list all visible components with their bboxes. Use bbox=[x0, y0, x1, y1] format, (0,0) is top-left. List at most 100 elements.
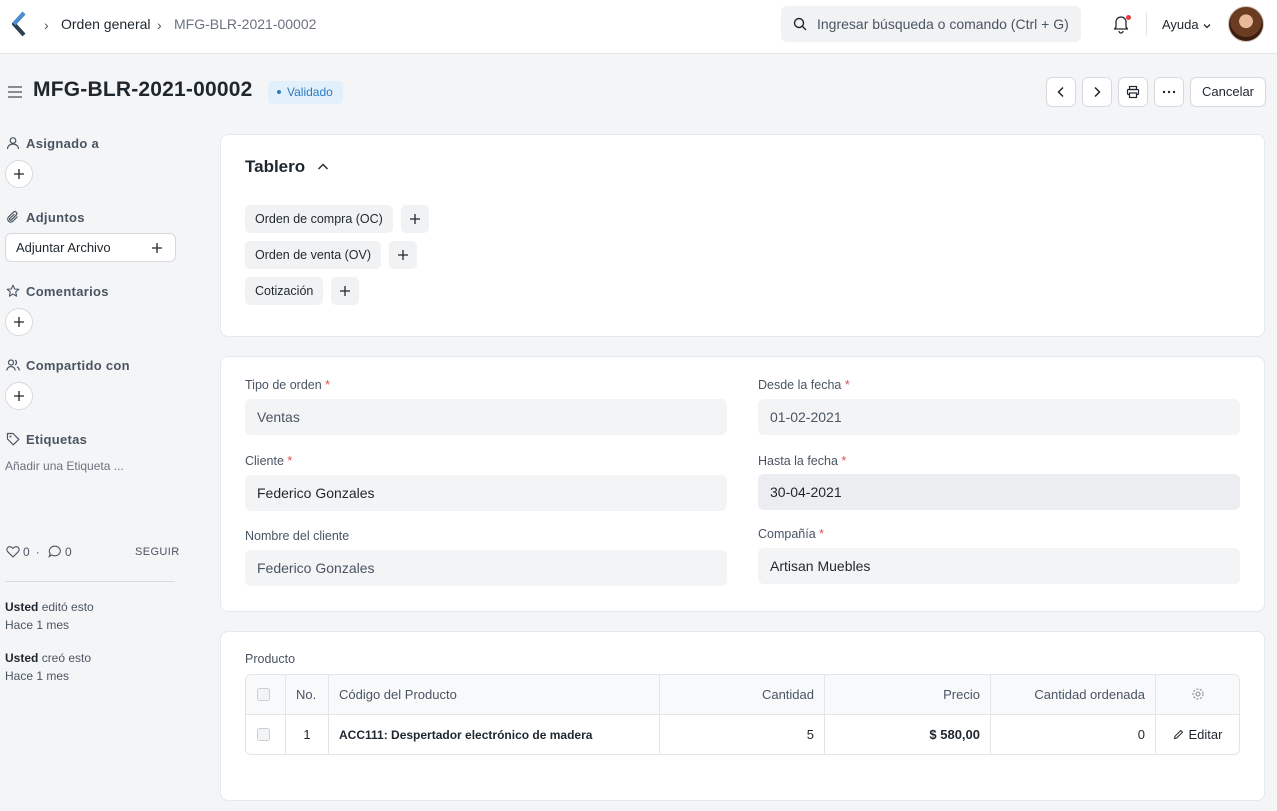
activity-time: Hace 1 mes bbox=[5, 669, 70, 683]
edit-label: Editar bbox=[1188, 727, 1223, 742]
notifications-button[interactable] bbox=[1112, 14, 1131, 37]
likes-count: 0 bbox=[23, 545, 30, 559]
to-date-field[interactable]: 30-04-2021 bbox=[758, 474, 1240, 510]
add-sales-order-button[interactable] bbox=[389, 241, 418, 269]
customer-name-field[interactable]: Federico Gonzales bbox=[245, 550, 727, 586]
customer-label: Cliente * bbox=[245, 454, 293, 468]
items-table: No. Código del Producto Cantidad Precio … bbox=[245, 674, 1240, 755]
more-actions-button[interactable] bbox=[1154, 77, 1184, 107]
ellipsis-icon bbox=[1162, 90, 1176, 94]
to-date-label: Hasta la fecha * bbox=[758, 454, 847, 468]
quotation-link[interactable]: Cotización bbox=[245, 277, 324, 305]
page-title: MFG-BLR-2021-00002 bbox=[33, 78, 253, 101]
search-placeholder: Ingresar búsqueda o comando (Ctrl + G) bbox=[817, 16, 1069, 32]
attach-file-button[interactable]: Adjuntar Archivo bbox=[5, 233, 176, 262]
row-qty[interactable]: 5 bbox=[660, 715, 825, 754]
status-badge: Validado bbox=[268, 81, 343, 104]
activity-action: creó esto bbox=[41, 651, 92, 665]
dashboard-card: Tablero Orden de compra (OC) Orden de ve… bbox=[220, 134, 1265, 337]
items-card: Producto No. Código del Producto Cantida… bbox=[220, 631, 1265, 801]
add-purchase-order-button[interactable] bbox=[400, 205, 429, 233]
breadcrumb-current[interactable]: MFG-BLR-2021-00002 bbox=[174, 16, 316, 32]
chevron-down-icon bbox=[1203, 23, 1211, 28]
help-label: Ayuda bbox=[1162, 17, 1199, 32]
row-select-cell bbox=[246, 715, 286, 754]
purchase-order-link[interactable]: Orden de compra (OC) bbox=[245, 205, 393, 233]
row-item-code[interactable]: ACC111: Despertador electrónico de mader… bbox=[329, 715, 660, 754]
shared-label: Compartido con bbox=[26, 358, 130, 374]
engagement-stats: 0 · 0 bbox=[6, 545, 78, 559]
select-all-cell bbox=[246, 675, 286, 715]
divider bbox=[1146, 12, 1147, 36]
status-label: Validado bbox=[287, 85, 333, 99]
plus-icon bbox=[398, 250, 409, 260]
row-edit-button[interactable]: Editar bbox=[1156, 715, 1239, 754]
add-tag-input[interactable]: Añadir una Etiqueta ... bbox=[5, 459, 124, 473]
breadcrumb-orden-general[interactable]: Orden general bbox=[61, 16, 151, 32]
tag-icon bbox=[6, 432, 20, 445]
printer-icon bbox=[1126, 85, 1140, 99]
column-header-item-code: Código del Producto bbox=[329, 675, 660, 715]
avatar[interactable] bbox=[1228, 6, 1264, 42]
company-label: Compañía * bbox=[758, 527, 825, 541]
help-dropdown[interactable]: Ayuda bbox=[1162, 17, 1212, 32]
attachments-section: Adjuntos bbox=[6, 209, 85, 225]
column-header-qty: Cantidad bbox=[660, 675, 825, 715]
navbar: › Orden general › MFG-BLR-2021-00002 Ing… bbox=[0, 0, 1277, 54]
assigned-section: Asignado a bbox=[6, 135, 99, 151]
gear-icon[interactable] bbox=[1191, 687, 1205, 701]
search-icon bbox=[793, 17, 807, 31]
follow-button[interactable]: SEGUIR bbox=[135, 546, 180, 558]
comments-section: Comentarios bbox=[6, 283, 109, 299]
shared-section: Compartido con bbox=[6, 357, 130, 373]
activity-user[interactable]: Usted bbox=[5, 600, 38, 614]
cancel-button[interactable]: Cancelar bbox=[1190, 77, 1266, 107]
previous-button[interactable] bbox=[1046, 77, 1076, 107]
divider bbox=[5, 581, 175, 582]
from-date-field[interactable]: 01-02-2021 bbox=[758, 399, 1240, 435]
customer-field[interactable]: Federico Gonzales bbox=[245, 475, 727, 511]
order-type-field[interactable]: Ventas bbox=[245, 399, 727, 435]
activity-user[interactable]: Usted bbox=[5, 651, 38, 665]
table-header: No. Código del Producto Cantidad Precio … bbox=[246, 675, 1239, 715]
user-icon bbox=[6, 136, 20, 149]
print-button[interactable] bbox=[1118, 77, 1148, 107]
row-no: 1 bbox=[286, 715, 329, 754]
comments-count: 0 bbox=[65, 545, 72, 559]
plus-icon bbox=[14, 317, 24, 327]
star-icon bbox=[6, 284, 20, 297]
dashboard-link-row: Orden de venta (OV) bbox=[245, 241, 418, 269]
plus-icon bbox=[14, 169, 24, 179]
users-icon bbox=[6, 358, 20, 371]
add-comment-button[interactable] bbox=[5, 308, 33, 336]
order-type-label: Tipo de orden * bbox=[245, 378, 331, 392]
add-share-button[interactable] bbox=[5, 382, 33, 410]
select-all-checkbox[interactable] bbox=[257, 687, 270, 701]
heart-icon[interactable] bbox=[6, 545, 20, 558]
chevron-up-icon[interactable] bbox=[317, 162, 329, 172]
table-row[interactable]: 1 ACC111: Despertador electrónico de mad… bbox=[246, 715, 1239, 754]
app-logo[interactable] bbox=[10, 11, 28, 37]
sidebar-toggle-icon[interactable] bbox=[7, 85, 23, 99]
activity-time: Hace 1 mes bbox=[5, 618, 70, 632]
dashboard-title[interactable]: Tablero bbox=[245, 157, 305, 177]
row-checkbox[interactable] bbox=[257, 727, 270, 741]
next-button[interactable] bbox=[1082, 77, 1112, 107]
tags-section: Etiquetas bbox=[6, 431, 87, 447]
row-ordered-qty[interactable]: 0 bbox=[991, 715, 1156, 754]
comment-icon bbox=[48, 545, 61, 559]
sales-order-link[interactable]: Orden de venta (OV) bbox=[245, 241, 382, 269]
chevron-right-icon: › bbox=[44, 17, 49, 33]
activity-item: Usted editó esto Hace 1 mes bbox=[5, 598, 94, 634]
search-input[interactable]: Ingresar búsqueda o comando (Ctrl + G) bbox=[781, 6, 1081, 42]
company-field[interactable]: Artisan Muebles bbox=[758, 548, 1240, 584]
add-quotation-button[interactable] bbox=[331, 277, 360, 305]
plus-icon bbox=[340, 286, 351, 296]
add-assignee-button[interactable] bbox=[5, 160, 33, 188]
assigned-label: Asignado a bbox=[26, 136, 100, 152]
notification-dot bbox=[1126, 15, 1131, 20]
chevron-right-icon bbox=[1094, 86, 1101, 98]
dashboard-link-row: Cotización bbox=[245, 277, 360, 305]
row-rate[interactable]: $ 580,00 bbox=[825, 715, 991, 754]
chevron-right-icon: › bbox=[157, 17, 162, 33]
